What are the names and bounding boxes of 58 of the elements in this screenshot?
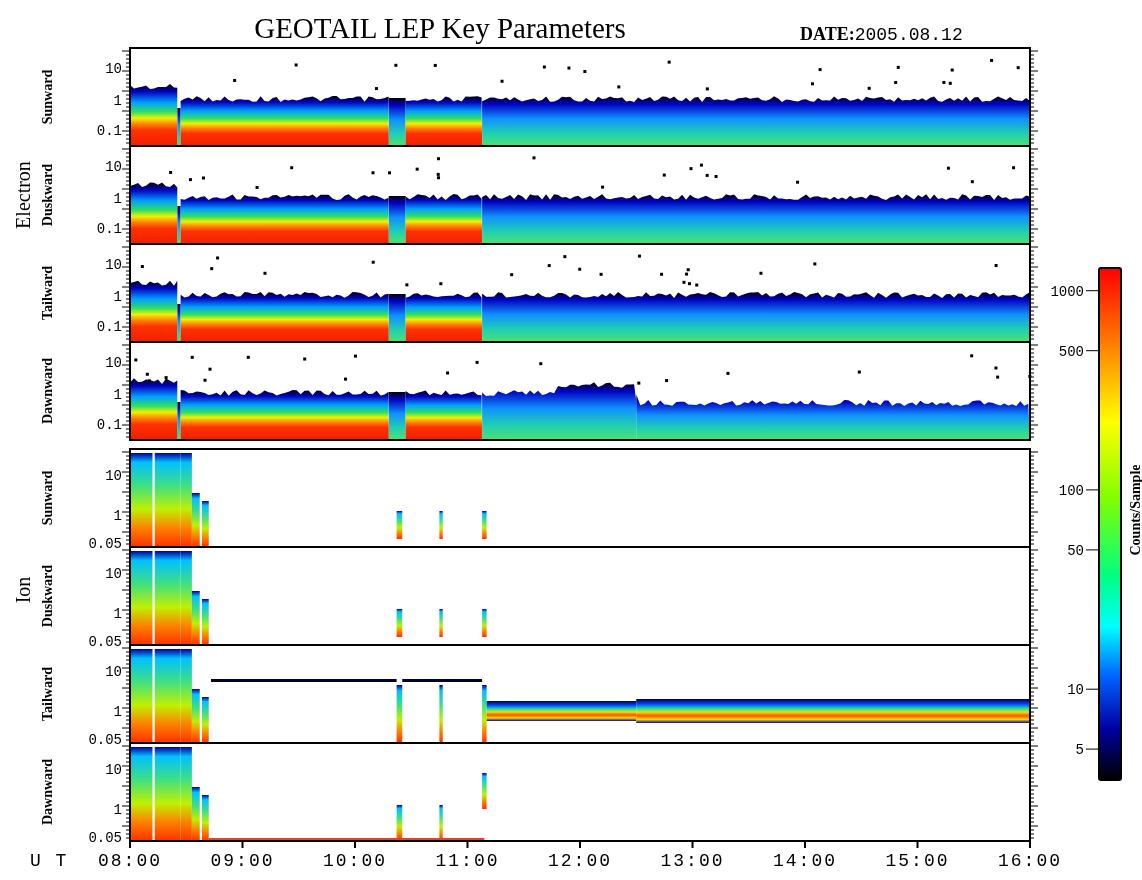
y-tick-label: 10	[105, 257, 122, 273]
y-tick-label: 0.05	[88, 536, 122, 552]
y-tick-label: 0.05	[88, 732, 122, 748]
panel-label: Sunward	[40, 470, 55, 526]
panel-label: Duskward	[40, 163, 55, 227]
x-axis-label: U T	[30, 851, 69, 871]
y-tick-label: 1	[113, 704, 122, 720]
panel-label: Dawnward	[40, 758, 55, 826]
colorbar-tick-label: 5	[1075, 742, 1084, 759]
y-tick-label: 0.05	[88, 634, 122, 650]
y-tick-label: 1	[113, 802, 122, 818]
colorbar-tick	[1085, 688, 1100, 690]
chart-title: GEOTAIL LEP Key Parameters	[254, 12, 626, 44]
y-tick-label: 0.1	[96, 123, 122, 139]
y-tick-label: 10	[105, 566, 122, 582]
y-tick-label: 1	[113, 191, 122, 207]
x-tick-label: 15:00	[885, 851, 950, 871]
y-tick-label: 0.1	[96, 221, 122, 237]
panel-label: Sunward	[40, 69, 55, 125]
y-tick-label: 1	[113, 508, 122, 524]
y-tick-label: 10	[105, 468, 122, 484]
y-tick-label: 0.05	[88, 830, 122, 846]
colorbar-tick-label: 100	[1058, 482, 1084, 499]
colorbar-tick	[1085, 350, 1100, 352]
x-tick-label: 14:00	[773, 851, 837, 871]
x-tick-label: 11:00	[435, 851, 500, 871]
y-tick-label: 10	[105, 61, 122, 77]
y-tick-label: 1	[113, 289, 122, 305]
y-tick-label: 1	[113, 387, 122, 403]
y-tick-label: 0.1	[96, 417, 122, 433]
colorbar-tick-label: 1000	[1050, 283, 1084, 300]
x-tick-label: 08:00	[98, 851, 162, 871]
panel-label: Tailward	[40, 266, 55, 320]
y-tick-label: 10	[105, 762, 122, 778]
x-tick-label: 09:00	[210, 851, 275, 871]
y-tick-label: 1	[113, 93, 122, 109]
y-tick-label: 10	[105, 355, 122, 371]
colorbar-tick-label: 50	[1067, 542, 1084, 559]
y-tick-label: 1	[113, 606, 122, 622]
panel-label: Tailward	[40, 667, 55, 721]
colorbar-tick	[1085, 748, 1100, 750]
colorbar-tick	[1085, 549, 1100, 551]
x-tick-label: 12:00	[548, 851, 612, 871]
x-tick-label: 16:00	[998, 851, 1062, 871]
colorbar-tick-label: 500	[1058, 343, 1084, 360]
group-label: Ion	[12, 576, 34, 604]
colorbar-tick	[1085, 290, 1100, 292]
colorbar-tick	[1085, 489, 1100, 491]
date-label: DATE:2005.08.12	[800, 24, 963, 45]
colorbar-tick-label: 10	[1067, 682, 1084, 699]
y-tick-label: 0.1	[96, 319, 122, 335]
x-tick-label: 10:00	[323, 851, 387, 871]
y-tick-label: 10	[105, 159, 122, 175]
y-tick-label: 10	[105, 664, 122, 680]
panel-label: Duskward	[40, 564, 55, 628]
x-tick-label: 13:00	[660, 851, 725, 871]
panel-label: Dawnward	[40, 357, 55, 425]
group-label: Electron	[12, 161, 34, 229]
